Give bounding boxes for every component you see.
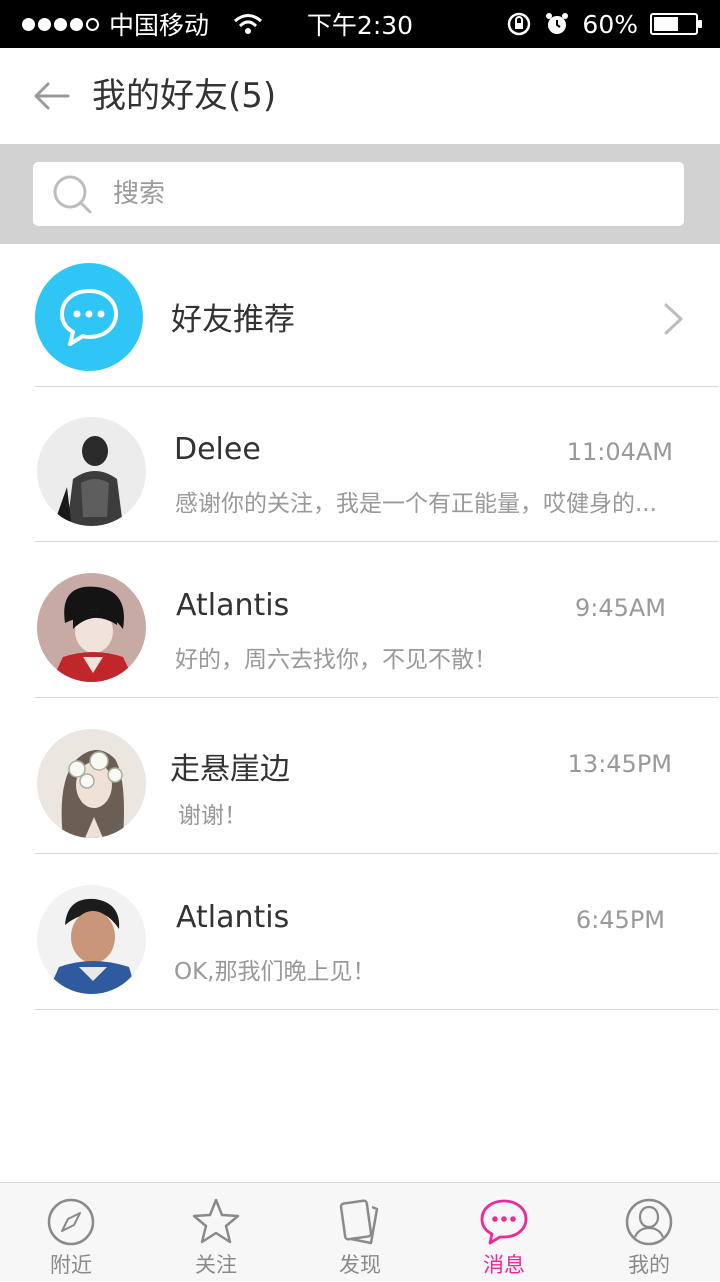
friend-message-time: 6:45PM bbox=[575, 906, 665, 934]
rotation-lock-icon bbox=[508, 12, 531, 36]
friend-message-time: 11:04AM bbox=[566, 438, 673, 466]
chevron-right-icon bbox=[664, 303, 683, 335]
friend-list-item[interactable]: Delee 感谢你的关注，我是一个有正能量，哎健身的... 11:04AM bbox=[0, 386, 720, 542]
friend-list-item[interactable]: Atlantis OK,那我们晚上见！ 6:45PM bbox=[0, 854, 720, 1010]
page-title: 我的好友(5) bbox=[92, 76, 277, 116]
bottom-tab-bar: 附近 关注 发现 消息 我的 bbox=[0, 1182, 720, 1281]
friend-list-item[interactable]: 走悬崖边 谢谢！ 13:45PM bbox=[0, 698, 720, 854]
profile-icon bbox=[625, 1198, 673, 1246]
compass-icon bbox=[47, 1198, 95, 1246]
friend-last-message: 好的，周六去找你，不见不散！ bbox=[175, 647, 497, 673]
friend-last-message: 感谢你的关注，我是一个有正能量，哎健身的... bbox=[175, 491, 657, 517]
friend-message-time: 9:45AM bbox=[574, 594, 666, 622]
tab-label: 我的 bbox=[628, 1253, 670, 1277]
search-box[interactable] bbox=[33, 162, 684, 226]
avatar bbox=[37, 417, 146, 526]
tab-label: 发现 bbox=[339, 1253, 381, 1277]
friend-recommend-label: 好友推荐 bbox=[171, 302, 295, 338]
nav-header: 我的好友(5) bbox=[0, 48, 720, 144]
alarm-icon bbox=[546, 13, 569, 34]
tab-nearby[interactable]: 附近 bbox=[16, 1183, 126, 1282]
friend-name: 走悬崖边 bbox=[170, 752, 290, 787]
friend-name: Atlantis bbox=[176, 588, 290, 623]
avatar bbox=[37, 573, 146, 682]
status-right: 60% bbox=[506, 0, 702, 48]
friend-last-message: 谢谢！ bbox=[178, 803, 247, 829]
tab-profile[interactable]: 我的 bbox=[594, 1183, 704, 1282]
search-bar-container bbox=[0, 144, 720, 244]
friend-last-message: OK,那我们晚上见！ bbox=[174, 959, 376, 985]
tab-label: 消息 bbox=[483, 1253, 525, 1277]
friend-list-item[interactable]: Atlantis 好的，周六去找你，不见不散！ 9:45AM bbox=[0, 542, 720, 698]
cards-icon bbox=[339, 1199, 379, 1245]
avatar bbox=[37, 729, 146, 838]
star-icon bbox=[192, 1198, 240, 1244]
friend-name: Atlantis bbox=[176, 900, 290, 935]
message-icon bbox=[480, 1199, 528, 1245]
friend-message-time: 13:45PM bbox=[567, 750, 672, 778]
friend-recommend-row[interactable]: 好友推荐 bbox=[0, 244, 720, 386]
battery-percent: 60% bbox=[582, 9, 638, 39]
tab-label: 附近 bbox=[50, 1253, 92, 1277]
tab-discover[interactable]: 发现 bbox=[305, 1183, 415, 1282]
friend-name: Delee bbox=[174, 432, 261, 467]
status-bar: 中国移动 下午2:30 60% bbox=[0, 0, 720, 48]
tab-messages[interactable]: 消息 bbox=[449, 1183, 559, 1282]
divider bbox=[35, 1009, 718, 1010]
tab-follow[interactable]: 关注 bbox=[161, 1183, 271, 1282]
battery-icon bbox=[650, 13, 702, 35]
tab-label: 关注 bbox=[195, 1253, 237, 1277]
battery-level bbox=[654, 17, 678, 31]
back-arrow-icon[interactable] bbox=[32, 76, 72, 116]
avatar bbox=[37, 885, 146, 994]
chat-bubble-icon bbox=[35, 263, 143, 371]
search-input[interactable] bbox=[113, 162, 653, 226]
search-icon bbox=[53, 175, 92, 214]
